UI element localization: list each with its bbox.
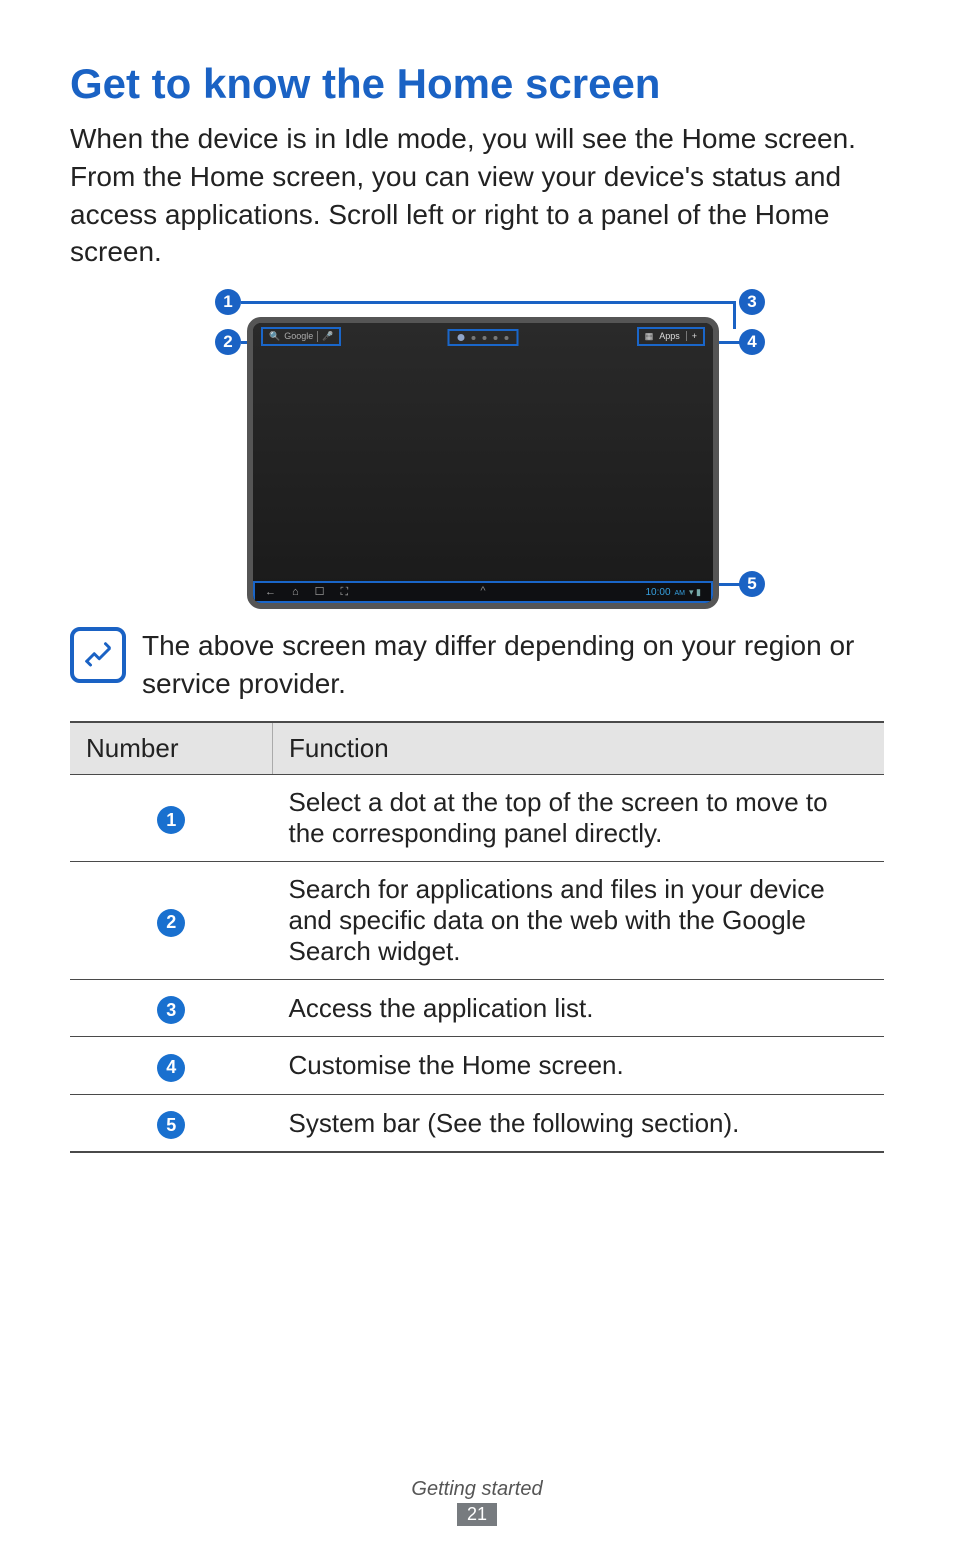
callout-badge-1: 1 — [215, 289, 241, 315]
panel-dot — [505, 336, 509, 340]
row-function: System bar (See the following section). — [273, 1094, 885, 1152]
row-function: Access the application list. — [273, 979, 885, 1037]
function-table: Number Function 1 Select a dot at the to… — [70, 721, 884, 1154]
panel-dot — [483, 336, 487, 340]
apps-button: ▦ Apps + — [637, 327, 705, 346]
google-search-widget: 🔍 Google 🎤 — [261, 327, 341, 346]
screen-capture-icon: ⛶ — [341, 587, 349, 598]
callout-badge-4: 4 — [739, 329, 765, 355]
note-text: The above screen may differ depending on… — [142, 627, 884, 703]
tablet-outline: 🔍 Google 🎤 ▦ Ap — [247, 317, 719, 609]
table-row: 1 Select a dot at the top of the screen … — [70, 774, 884, 861]
row-badge-5: 5 — [157, 1111, 185, 1139]
mic-icon: 🎤 — [317, 331, 333, 342]
row-function: Search for applications and files in you… — [273, 861, 885, 979]
row-function: Customise the Home screen. — [273, 1037, 885, 1095]
callout-badge-5: 5 — [739, 571, 765, 597]
status-indicators: ▾ ▮ — [689, 587, 701, 598]
panel-dot-active — [458, 334, 465, 341]
search-label: Google — [284, 331, 313, 341]
row-function: Select a dot at the top of the screen to… — [273, 774, 885, 861]
panel-dots — [448, 329, 519, 346]
clock-time: 10:00 — [645, 587, 670, 598]
table-header-function: Function — [273, 722, 885, 775]
home-screen-diagram: 1 2 3 4 5 🔍 Google 🎤 — [70, 289, 884, 609]
table-header-number: Number — [70, 722, 273, 775]
customise-plus-icon: + — [686, 331, 697, 341]
panel-dot — [472, 336, 476, 340]
search-icon: 🔍 — [269, 331, 280, 342]
row-badge-2: 2 — [157, 909, 185, 937]
panel-dot — [494, 336, 498, 340]
row-badge-1: 1 — [157, 806, 185, 834]
recent-apps-icon: ☐ — [315, 587, 325, 598]
footer-section-name: Getting started — [0, 1478, 954, 1501]
back-icon: ← — [265, 587, 276, 598]
row-badge-4: 4 — [157, 1054, 185, 1082]
callout-leader — [241, 301, 735, 304]
callout-badge-2: 2 — [215, 329, 241, 355]
system-bar: ← ⌂ ☐ ⛶ ^ 10:00 AM ▾ ▮ — [253, 581, 713, 603]
section-title: Get to know the Home screen — [70, 60, 884, 108]
note-icon — [70, 627, 126, 683]
intro-paragraph: When the device is in Idle mode, you wil… — [70, 120, 884, 271]
apps-grid-icon: ▦ — [645, 331, 654, 342]
apps-label: Apps — [659, 331, 680, 341]
table-row: 4 Customise the Home screen. — [70, 1037, 884, 1095]
clock-suffix: AM — [675, 590, 686, 597]
page-number-badge: 21 — [457, 1503, 497, 1526]
row-badge-3: 3 — [157, 996, 185, 1024]
callout-leader — [733, 301, 736, 329]
expand-icon: ^ — [480, 585, 485, 597]
table-row: 2 Search for applications and files in y… — [70, 861, 884, 979]
table-row: 3 Access the application list. — [70, 979, 884, 1037]
callout-badge-3: 3 — [739, 289, 765, 315]
home-icon: ⌂ — [292, 587, 299, 598]
table-row: 5 System bar (See the following section)… — [70, 1094, 884, 1152]
